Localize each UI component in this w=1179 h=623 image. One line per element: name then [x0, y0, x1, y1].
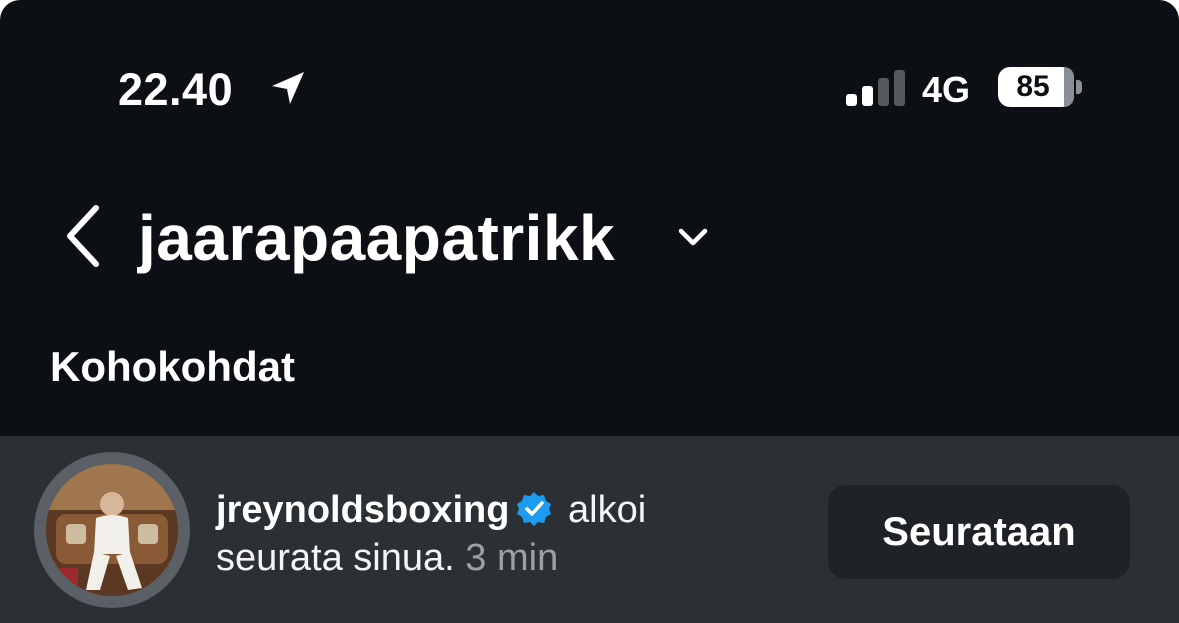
notification-time: 3 min — [465, 537, 559, 579]
battery-icon: 85 — [998, 67, 1074, 107]
status-time: 22.40 — [118, 64, 234, 115]
section-title: Kohokohdat — [50, 343, 295, 390]
profile-username[interactable]: jaarapaapatrikk — [138, 200, 615, 276]
network-type: 4G — [922, 69, 971, 110]
battery-tip — [1076, 80, 1082, 94]
avatar[interactable] — [46, 464, 178, 596]
signal-bars-icon — [846, 70, 905, 106]
location-arrow-icon — [272, 72, 304, 104]
notification-text: jreynoldsboxing alkoi seurata sinua. 3 m… — [216, 486, 736, 582]
following-button[interactable]: Seurataan — [828, 485, 1130, 579]
chevron-down-icon[interactable] — [676, 222, 710, 252]
verified-badge-icon — [517, 492, 552, 526]
battery-empty-portion — [1064, 67, 1074, 107]
back-arrow-icon[interactable] — [60, 204, 106, 268]
follow-notification[interactable]: jreynoldsboxing alkoi seurata sinua. 3 m… — [0, 436, 1179, 623]
avatar-photo — [46, 464, 178, 596]
notification-username[interactable]: jreynoldsboxing — [216, 489, 509, 531]
app-screen: 22.40 4G 85 jaarapaapatrikk Kohokohdat j… — [0, 0, 1179, 623]
battery-level: 85 — [1016, 70, 1050, 103]
